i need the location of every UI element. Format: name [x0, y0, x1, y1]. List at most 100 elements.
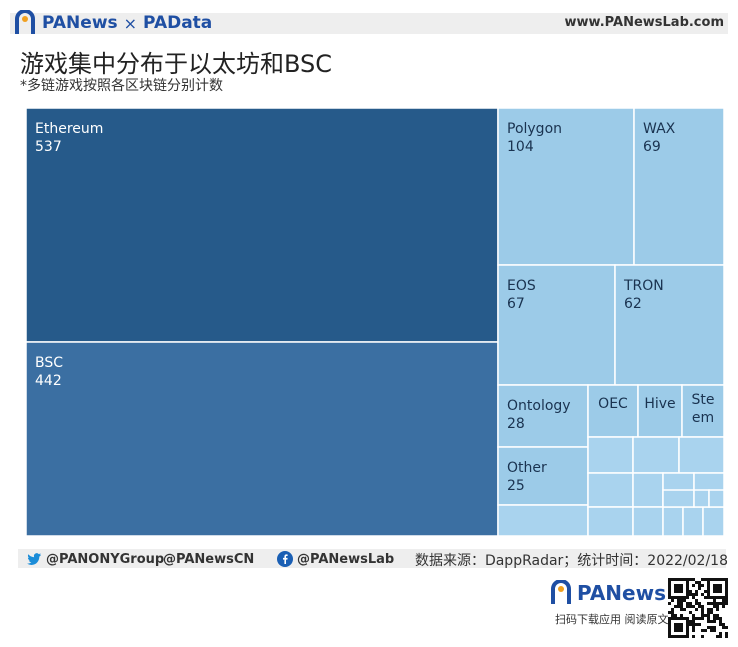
qr-cell — [716, 608, 719, 611]
qr-cell — [698, 602, 701, 605]
facebook-icon — [277, 551, 293, 567]
tile-value-wax: 69 — [643, 139, 661, 155]
bottom-logo: PANews — [550, 580, 666, 606]
qr-cell — [716, 617, 719, 620]
tile-small — [587, 436, 634, 474]
qr-cell — [704, 614, 707, 617]
qr-cell — [680, 599, 683, 602]
qr-cell — [707, 626, 710, 629]
qr-cell — [698, 581, 701, 584]
twitter-text: @PANONYGroup — [46, 551, 165, 567]
qr-cell — [698, 587, 701, 590]
qr-cell — [692, 623, 695, 626]
qr-cell — [704, 590, 707, 593]
qr-cell — [722, 602, 725, 605]
qr-cell — [680, 602, 683, 605]
qr-finder-core — [674, 623, 683, 632]
qr-cell — [722, 605, 725, 608]
qr-cell — [677, 602, 680, 605]
qr-cell — [680, 605, 683, 608]
qr-cell — [695, 617, 698, 620]
qr-cell — [716, 614, 719, 617]
qr-cell — [701, 578, 704, 581]
brand-separator: × — [123, 13, 138, 33]
tile-label-steem: Ste — [692, 392, 715, 408]
tile-label-eos: EOS — [507, 278, 536, 294]
qr-cell — [722, 626, 725, 629]
qr-cell — [674, 605, 677, 608]
qr-cell — [716, 635, 719, 638]
qr-cell — [677, 599, 680, 602]
tile-bsc — [26, 341, 499, 536]
weibo-handle[interactable]: @PANewsCN — [163, 550, 254, 568]
qr-cell — [695, 608, 698, 611]
tile-small — [678, 436, 724, 474]
qr-cell — [698, 623, 701, 626]
data-source: 数据来源：DappRadar；统计时间：2022/02/18 — [414, 553, 728, 569]
tile-label-bsc: BSC — [35, 355, 63, 371]
qr-cell — [692, 626, 695, 629]
tile-label-tron: TRON — [623, 278, 664, 294]
twitter-icon — [27, 553, 41, 565]
qr-cell — [698, 584, 701, 587]
tile-small — [632, 472, 664, 508]
qr-cell — [692, 578, 695, 581]
qr-cell — [713, 599, 716, 602]
tile-label-ethereum: Ethereum — [35, 121, 103, 137]
qr-cell — [671, 599, 674, 602]
qr-cell — [719, 623, 722, 626]
qr-cell — [713, 605, 716, 608]
qr-finder-core — [713, 584, 722, 593]
tile-small — [702, 506, 724, 536]
qr-cell — [689, 623, 692, 626]
qr-cell — [671, 611, 674, 614]
bottom-slogan: 扫码下载应用 阅读原文 — [555, 613, 669, 626]
qr-cell — [701, 593, 704, 596]
brand: PANews × PAData — [14, 9, 212, 37]
qr-cell — [689, 602, 692, 605]
qr-cell — [704, 578, 707, 581]
qr-cell — [704, 596, 707, 599]
qr-cell — [716, 605, 719, 608]
tile-value-other: 25 — [507, 478, 525, 494]
qr-cell — [710, 629, 713, 632]
qr-cell — [713, 617, 716, 620]
facebook-text: @PANewsLab — [297, 551, 395, 567]
qr-cell — [677, 605, 680, 608]
tile-small — [708, 489, 724, 508]
qr-cell — [692, 617, 695, 620]
qr-cell — [692, 605, 695, 608]
qr-cell — [725, 632, 728, 635]
qr-cell — [692, 620, 695, 623]
site-url[interactable]: www.PANewsLab.com — [565, 15, 724, 30]
tile-small — [662, 506, 684, 536]
tile-value-ontology: 28 — [507, 416, 525, 432]
qr-cell — [713, 626, 716, 629]
tile-small — [693, 489, 710, 508]
tile-value-tron: 62 — [624, 296, 642, 312]
facebook-handle[interactable]: @PANewsLab — [277, 550, 394, 568]
twitter-handle[interactable]: @PANONYGroup — [26, 550, 164, 568]
brand-panews: PANews — [42, 13, 118, 33]
qr-cell — [689, 611, 692, 614]
qr-cell — [668, 611, 671, 614]
qr-code[interactable] — [668, 578, 728, 638]
tile-small — [632, 506, 664, 536]
qr-cell — [695, 590, 698, 593]
tile-small — [682, 506, 704, 536]
tile-small — [587, 472, 634, 508]
qr-cell — [722, 599, 725, 602]
qr-cell — [695, 581, 698, 584]
qr-cell — [710, 608, 713, 611]
tile-value-eos: 67 — [507, 296, 525, 312]
qr-cell — [722, 623, 725, 626]
qr-cell — [695, 593, 698, 596]
qr-cell — [710, 620, 713, 623]
qr-cell — [710, 626, 713, 629]
qr-cell — [707, 608, 710, 611]
tile-label-hive: Hive — [644, 396, 675, 412]
qr-cell — [725, 626, 728, 629]
qr-cell — [707, 620, 710, 623]
treemap-chart: Ethereum 537 BSC 442 Polygon 104 WAX 69 EOS 67 TRO… — [26, 108, 724, 536]
qr-cell — [719, 620, 722, 623]
